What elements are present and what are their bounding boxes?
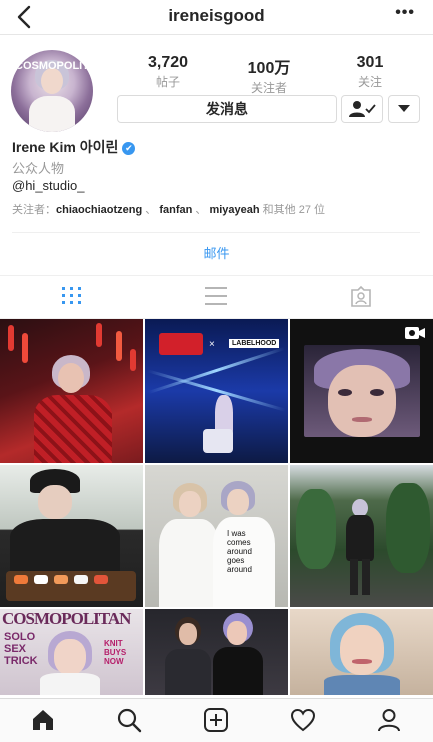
verified-badge-icon: ✔ <box>122 142 136 155</box>
post-sushi[interactable] <box>0 465 143 607</box>
post-selfie-video[interactable] <box>290 319 433 463</box>
list-icon[interactable] <box>204 285 228 307</box>
post-red-lanterns[interactable] <box>0 319 143 463</box>
stat-followers-value: 100万 <box>247 60 291 77</box>
suggestions-dropdown-button[interactable] <box>388 95 420 123</box>
profile-name-text: Irene Kim 아이린 <box>12 139 119 155</box>
stat-followers[interactable]: 100万 关注者 <box>229 54 309 96</box>
stat-following[interactable]: 301 关注 <box>330 54 410 90</box>
followed-by-suffix: 和其他 27 位 <box>262 204 326 216</box>
triangle-down-icon <box>398 105 410 112</box>
home-icon[interactable] <box>30 707 56 733</box>
profile-category: 公众人物 <box>12 161 65 176</box>
followed-by-separator: 、 <box>192 204 207 216</box>
top-nav-bar: ireneisgood ••• <box>0 0 433 35</box>
post-overlay-text: I was comes around goes around <box>227 529 252 574</box>
message-button[interactable]: 发消息 <box>117 95 337 123</box>
post-two-girls-shirts[interactable]: I was comes around goes around <box>145 465 288 607</box>
cover-line-now: NOW <box>104 657 124 666</box>
cover-line-sex: SEX <box>4 643 27 655</box>
avatar-magazine-masthead: COSMOPOLITAN <box>15 60 93 72</box>
grid-icon[interactable] <box>60 285 84 307</box>
stat-followers-label: 关注者 <box>250 81 287 95</box>
followed-by-user[interactable]: miyayeah <box>209 204 259 216</box>
profile-username-title: ireneisgood <box>168 6 265 25</box>
bottom-tab-bar <box>0 698 433 742</box>
stat-posts: 3,720 帖子 <box>128 54 208 90</box>
video-icon <box>405 327 425 339</box>
followed-by-line[interactable]: 关注者：chiaochiaotzeng 、 fanfan 、 miyayeah … <box>12 201 325 217</box>
post-overlay-text: LABELHOOD <box>229 339 280 348</box>
more-options-icon[interactable]: ••• <box>395 4 415 22</box>
cover-line-trick: TRICK <box>4 655 38 667</box>
post-garden-walk[interactable] <box>290 465 433 607</box>
tagged-icon[interactable] <box>349 285 373 307</box>
search-icon[interactable] <box>116 707 142 733</box>
post-overlay-text: COSMOPOLITAN <box>2 609 131 628</box>
stat-posts-value: 3,720 <box>147 54 189 71</box>
profile-full-name: Irene Kim 아이린 ✔ <box>12 137 136 157</box>
heart-icon[interactable] <box>290 707 316 733</box>
post-grid: × LABELHOOD I was comes around goes arou… <box>0 319 433 695</box>
cover-line-solo: SOLO <box>4 631 36 643</box>
post-budweiser-stage[interactable]: × LABELHOOD <box>145 319 288 463</box>
followed-by-prefix: 关注者： <box>12 204 56 216</box>
profile-icon[interactable] <box>376 707 402 733</box>
post-with-friend[interactable] <box>145 609 288 695</box>
divider <box>12 232 420 233</box>
followed-by-user[interactable]: fanfan <box>159 204 192 216</box>
person-check-icon <box>349 101 376 117</box>
cover-line-knit: KNIT BUYS <box>104 639 127 657</box>
profile-bio-link[interactable]: @hi_studio_ <box>12 178 84 193</box>
post-blue-hair-smile[interactable] <box>290 609 433 695</box>
email-button[interactable]: 邮件 <box>0 243 433 262</box>
followed-by-user[interactable]: chiaochiaotzeng <box>56 204 142 216</box>
followed-by-separator: 、 <box>142 204 157 216</box>
stat-posts-label: 帖子 <box>155 75 180 89</box>
following-button[interactable] <box>341 95 383 123</box>
add-post-icon[interactable] <box>203 707 229 733</box>
avatar[interactable]: COSMOPOLITAN <box>11 50 93 132</box>
profile-view-tabs <box>0 275 433 319</box>
stat-following-label: 关注 <box>357 75 382 89</box>
stat-following-value: 301 <box>356 54 384 71</box>
post-cosmopolitan-cover[interactable]: COSMOPOLITAN SOLO SEX TRICK KNIT BUYS NO… <box>0 609 143 695</box>
